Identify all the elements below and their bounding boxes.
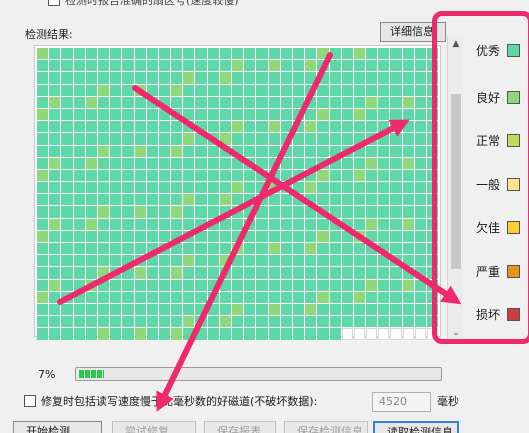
legend-label: 严重	[476, 265, 501, 279]
legend-swatch	[507, 308, 521, 321]
legend-swatch	[507, 44, 521, 57]
annotation-overlay	[57, 52, 462, 412]
legend-swatch	[507, 134, 521, 147]
legend-item: 欠佳	[476, 219, 521, 236]
legend-label: 良好	[476, 91, 501, 105]
legend-item: 严重	[476, 263, 521, 280]
legend-label: 欠佳	[476, 221, 501, 235]
cross-mark-line-b	[132, 85, 462, 305]
legend-label: 正常	[476, 134, 501, 148]
legend-swatch	[507, 91, 521, 104]
legend-label: 一般	[476, 178, 501, 192]
legend-item: 一般	[476, 176, 521, 193]
disk-scan-window: { "options": { "report_check_label": "检测…	[0, 0, 529, 433]
legend-swatch	[507, 265, 521, 278]
legend-item: 正常	[476, 132, 521, 149]
legend-item: 良好	[476, 89, 521, 106]
legend-swatch	[507, 221, 521, 234]
legend-item: 优秀	[476, 42, 521, 59]
legend-swatch	[507, 178, 521, 191]
legend-label: 损坏	[476, 308, 501, 322]
legend-label: 优秀	[476, 44, 501, 58]
cross-mark-line-a	[156, 52, 333, 412]
legend-item: 损坏	[476, 306, 521, 323]
